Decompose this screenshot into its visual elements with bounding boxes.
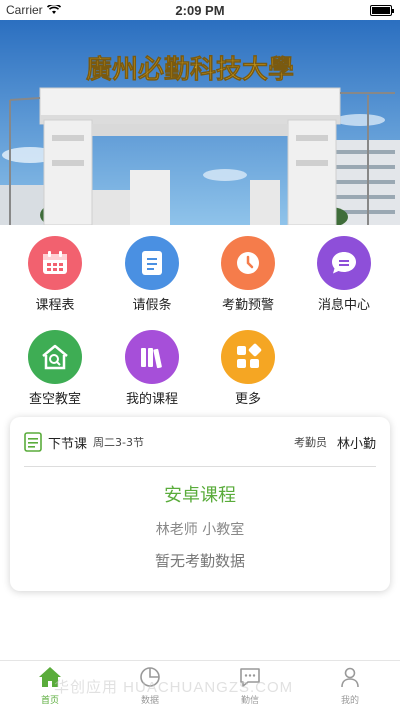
status-bar: Carrier 2:09 PM <box>0 0 400 20</box>
grid-item-messages[interactable]: 消息中心 <box>304 236 384 313</box>
school-name-sign: 廣州必勤科技大學 <box>86 55 294 85</box>
class-doc-icon <box>24 432 42 452</box>
tab-me[interactable]: 我的 <box>320 666 380 706</box>
tab-label-data: 数据 <box>140 696 159 706</box>
card-header: 下节课 周二3-3节 考勤员 林小勤 <box>24 431 376 453</box>
card-title: 下节课 <box>48 436 88 452</box>
teacher-room: 林老师 小教室 <box>155 522 245 538</box>
battery-icon <box>370 4 394 16</box>
grid-label-leave: 请假条 <box>132 298 172 313</box>
calendar-icon <box>28 236 82 290</box>
tab-label-messages: 勤信 <box>240 696 259 706</box>
card-divider <box>24 466 376 467</box>
campus-banner[interactable]: 廣州必勤科技大學 <box>0 20 400 225</box>
grid-label-schedule: 课程表 <box>35 298 75 313</box>
user-icon <box>341 667 359 688</box>
card-attendant: 考勤员 林小勤 <box>294 433 376 452</box>
grid-item-attendance-warning[interactable]: 考勤预警 <box>208 236 288 313</box>
grid-label-more: 更多 <box>234 392 261 407</box>
status-right <box>370 4 394 16</box>
grid-item-more[interactable]: 更多 <box>208 330 288 407</box>
home-icon <box>39 667 61 687</box>
status-time: 2:09 PM <box>175 2 225 18</box>
books-icon <box>125 330 179 384</box>
tab-home[interactable]: 首页 <box>20 666 80 706</box>
tab-messages[interactable]: 勤信 <box>220 666 280 706</box>
document-icon <box>125 236 179 290</box>
chart-pie-icon <box>140 667 160 687</box>
next-class-card[interactable]: 下节课 周二3-3节 考勤员 林小勤 安卓课程 林老师 小教室 暂无考勤数据 <box>10 417 390 591</box>
course-name: 安卓课程 <box>164 485 236 506</box>
grid-item-leave[interactable]: 请假条 <box>112 236 192 313</box>
search-room-icon <box>28 330 82 384</box>
grid-label-my-courses: 我的课程 <box>125 392 178 407</box>
clock-icon <box>221 236 275 290</box>
message-icon <box>240 668 260 687</box>
grid-label-messages: 消息中心 <box>317 298 370 313</box>
attendant-name: 林小勤 <box>336 436 376 452</box>
tab-label-home: 首页 <box>40 696 59 706</box>
grid-item-schedule[interactable]: 课程表 <box>15 236 95 313</box>
grid-apps-icon <box>221 330 275 384</box>
chat-icon <box>317 236 371 290</box>
campus-gate-illustration: 廣州必勤科技大學 <box>0 20 400 225</box>
tab-bar: 首页 数据 勤信 我的 <box>0 660 400 710</box>
attendant-role: 考勤员 <box>293 436 327 449</box>
grid-label-empty-rooms: 查空教室 <box>28 392 81 407</box>
tab-data[interactable]: 数据 <box>120 666 180 706</box>
grid-label-attendance-warning: 考勤预警 <box>221 298 274 313</box>
grid-item-empty-rooms[interactable]: 查空教室 <box>15 330 95 407</box>
tab-label-me: 我的 <box>340 696 359 706</box>
grid-item-my-courses[interactable]: 我的课程 <box>112 330 192 407</box>
attendance-status: 暂无考勤数据 <box>154 552 245 570</box>
card-period: 周二3-3节 <box>93 436 144 449</box>
